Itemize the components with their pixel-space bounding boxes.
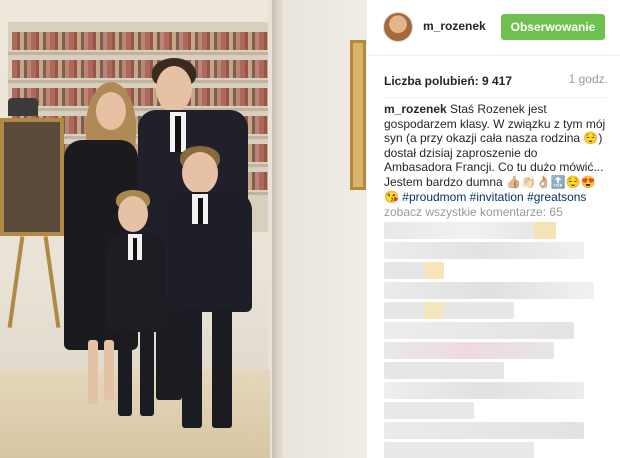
- caption-text: Staś Rozenek jest gospodarzem klasy. W z…: [384, 102, 606, 204]
- post-header: m_rozenek Obserwowanie: [367, 0, 620, 56]
- profile-avatar[interactable]: [383, 12, 413, 42]
- lamp: [8, 98, 38, 116]
- view-all-comments-link[interactable]: zobacz wszystkie komentarze: 65: [384, 205, 563, 219]
- follow-button[interactable]: Obserwowanie: [501, 14, 605, 40]
- hashtag-invitation[interactable]: #invitation: [470, 190, 524, 204]
- post-photo[interactable]: [0, 0, 366, 458]
- post-caption: m_rozenek Staś Rozenek jest gospodarzem …: [384, 102, 606, 204]
- likes-row: Liczba polubień: 9 417 1 godz.: [384, 72, 608, 88]
- post-time[interactable]: 1 godz.: [569, 72, 608, 86]
- wall-painting: [350, 40, 366, 190]
- hashtag-proudmom[interactable]: #proudmom: [402, 190, 466, 204]
- hashtag-greatsons[interactable]: #greatsons: [527, 190, 586, 204]
- divider: [384, 97, 606, 98]
- likes-count[interactable]: Liczba polubień: 9 417: [384, 74, 512, 88]
- door-frame: [272, 0, 286, 458]
- easel-painting: [0, 118, 64, 236]
- caption-username[interactable]: m_rozenek: [384, 102, 447, 116]
- blurred-comments: [384, 222, 606, 458]
- post-side-panel: m_rozenek Obserwowanie Liczba polubień: …: [366, 0, 620, 458]
- username-link[interactable]: m_rozenek: [423, 19, 486, 33]
- easel-leg: [7, 236, 25, 328]
- easel-leg: [43, 236, 61, 328]
